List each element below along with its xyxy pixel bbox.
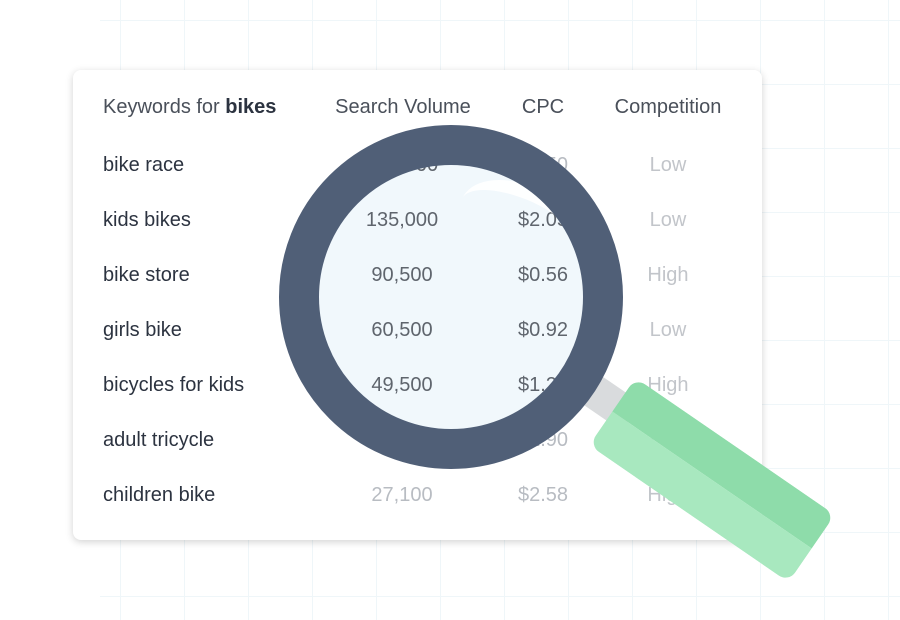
cell-keyword: girls bike bbox=[103, 319, 182, 341]
cell-competition: High bbox=[647, 264, 689, 286]
cell-competition: Low bbox=[649, 319, 687, 341]
header-competition: Competition bbox=[614, 96, 722, 118]
header-keywords-prefix: Keywords for bbox=[103, 96, 226, 118]
header-cpc: CPC bbox=[521, 96, 565, 118]
cell-keyword: bike store bbox=[103, 264, 190, 286]
table-header: Keywords for bikes Search Volume CPC Com… bbox=[73, 96, 762, 126]
cell-keyword: kids bikes bbox=[103, 209, 191, 231]
cell-competition: Low bbox=[649, 154, 687, 176]
cell-competition: Low bbox=[649, 209, 687, 231]
cell-keyword: bike race bbox=[103, 154, 185, 176]
cell-volume: 27,100 bbox=[371, 484, 433, 506]
header-keywords: Keywords for bikes bbox=[103, 96, 276, 119]
cell-keyword: children bike bbox=[103, 484, 216, 506]
cell-keyword: adult tricycle bbox=[103, 429, 215, 451]
cell-keyword: bicycles for kids bbox=[103, 374, 245, 396]
header-keywords-term: bikes bbox=[225, 96, 277, 118]
cell-cpc: $2.58 bbox=[517, 484, 569, 506]
magnifying-glass-icon bbox=[279, 125, 623, 469]
header-search-volume: Search Volume bbox=[335, 96, 471, 118]
